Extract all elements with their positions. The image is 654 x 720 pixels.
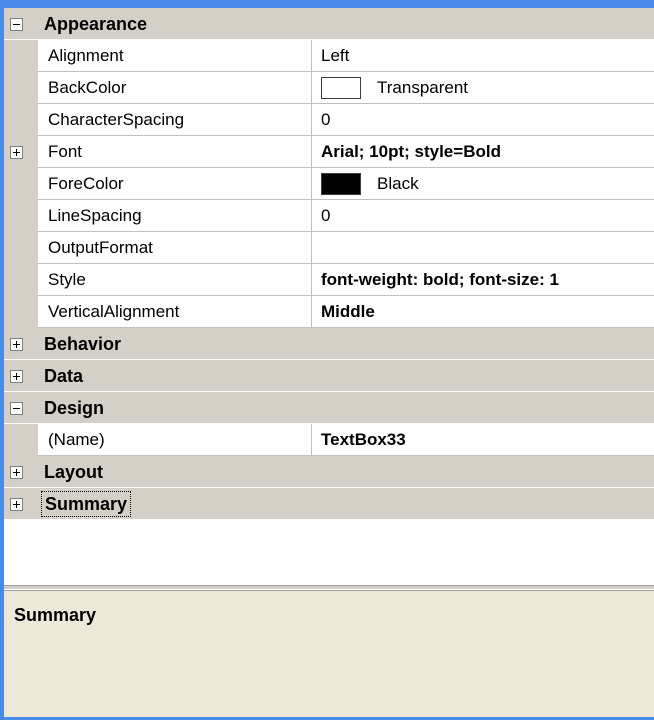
property-value[interactable]	[312, 232, 654, 264]
property-value[interactable]: font-weight: bold; font-size: 1	[312, 264, 654, 296]
property-value[interactable]: Arial; 10pt; style=Bold	[312, 136, 654, 168]
expand-icon[interactable]	[10, 370, 23, 383]
property-row-alignment[interactable]: Alignment Left	[4, 40, 654, 72]
expand-icon[interactable]	[10, 146, 23, 159]
property-value[interactable]: Middle	[312, 296, 654, 328]
category-label: Appearance	[44, 14, 148, 34]
property-value[interactable]: Black	[312, 168, 654, 200]
category-design[interactable]: Design	[4, 392, 654, 424]
grid-empty-area	[4, 527, 654, 585]
property-row-forecolor[interactable]: ForeColor Black	[4, 168, 654, 200]
color-name: Transparent	[377, 78, 469, 97]
property-name: ForeColor	[38, 168, 312, 200]
property-name: VerticalAlignment	[38, 296, 312, 328]
property-row-linespacing[interactable]: LineSpacing 0	[4, 200, 654, 232]
property-grid-window: Appearance Alignment Left BackColor Tran…	[0, 0, 654, 720]
property-row-outputformat[interactable]: OutputFormat	[4, 232, 654, 264]
description-title: Summary	[14, 605, 97, 625]
collapse-icon[interactable]	[10, 402, 23, 415]
property-value[interactable]: 0	[312, 200, 654, 232]
category-data[interactable]: Data	[4, 360, 654, 392]
category-summary[interactable]: Summary	[4, 488, 654, 520]
property-value[interactable]: Transparent	[312, 72, 654, 104]
property-name: CharacterSpacing	[38, 104, 312, 136]
category-label: Data	[44, 366, 84, 386]
property-name: Alignment	[38, 40, 312, 72]
property-value[interactable]: TextBox33	[312, 424, 654, 456]
property-grid: Appearance Alignment Left BackColor Tran…	[4, 8, 654, 520]
category-behavior[interactable]: Behavior	[4, 328, 654, 360]
category-label: Design	[44, 398, 105, 418]
property-name: OutputFormat	[38, 232, 312, 264]
property-name: BackColor	[38, 72, 312, 104]
property-row-font[interactable]: Font Arial; 10pt; style=Bold	[4, 136, 654, 168]
property-row-characterspacing[interactable]: CharacterSpacing 0	[4, 104, 654, 136]
property-name: Font	[38, 136, 312, 168]
property-name: Style	[38, 264, 312, 296]
category-label: Layout	[44, 462, 104, 482]
property-value[interactable]: Left	[312, 40, 654, 72]
category-appearance[interactable]: Appearance	[4, 8, 654, 40]
expand-icon[interactable]	[10, 466, 23, 479]
category-label: Behavior	[44, 334, 122, 354]
property-value[interactable]: 0	[312, 104, 654, 136]
expand-icon[interactable]	[10, 338, 23, 351]
expand-icon[interactable]	[10, 498, 23, 511]
property-row-backcolor[interactable]: BackColor Transparent	[4, 72, 654, 104]
property-row-verticalalignment[interactable]: VerticalAlignment Middle	[4, 296, 654, 328]
color-name: Black	[377, 174, 419, 193]
description-panel: Summary	[4, 590, 654, 717]
category-layout[interactable]: Layout	[4, 456, 654, 488]
property-name: LineSpacing	[38, 200, 312, 232]
color-swatch	[321, 172, 361, 195]
property-name: (Name)	[38, 424, 312, 456]
color-swatch	[321, 76, 361, 99]
category-label: Summary	[41, 491, 132, 517]
property-row-name[interactable]: (Name) TextBox33	[4, 424, 654, 456]
property-row-style[interactable]: Style font-weight: bold; font-size: 1	[4, 264, 654, 296]
collapse-icon[interactable]	[10, 18, 23, 31]
